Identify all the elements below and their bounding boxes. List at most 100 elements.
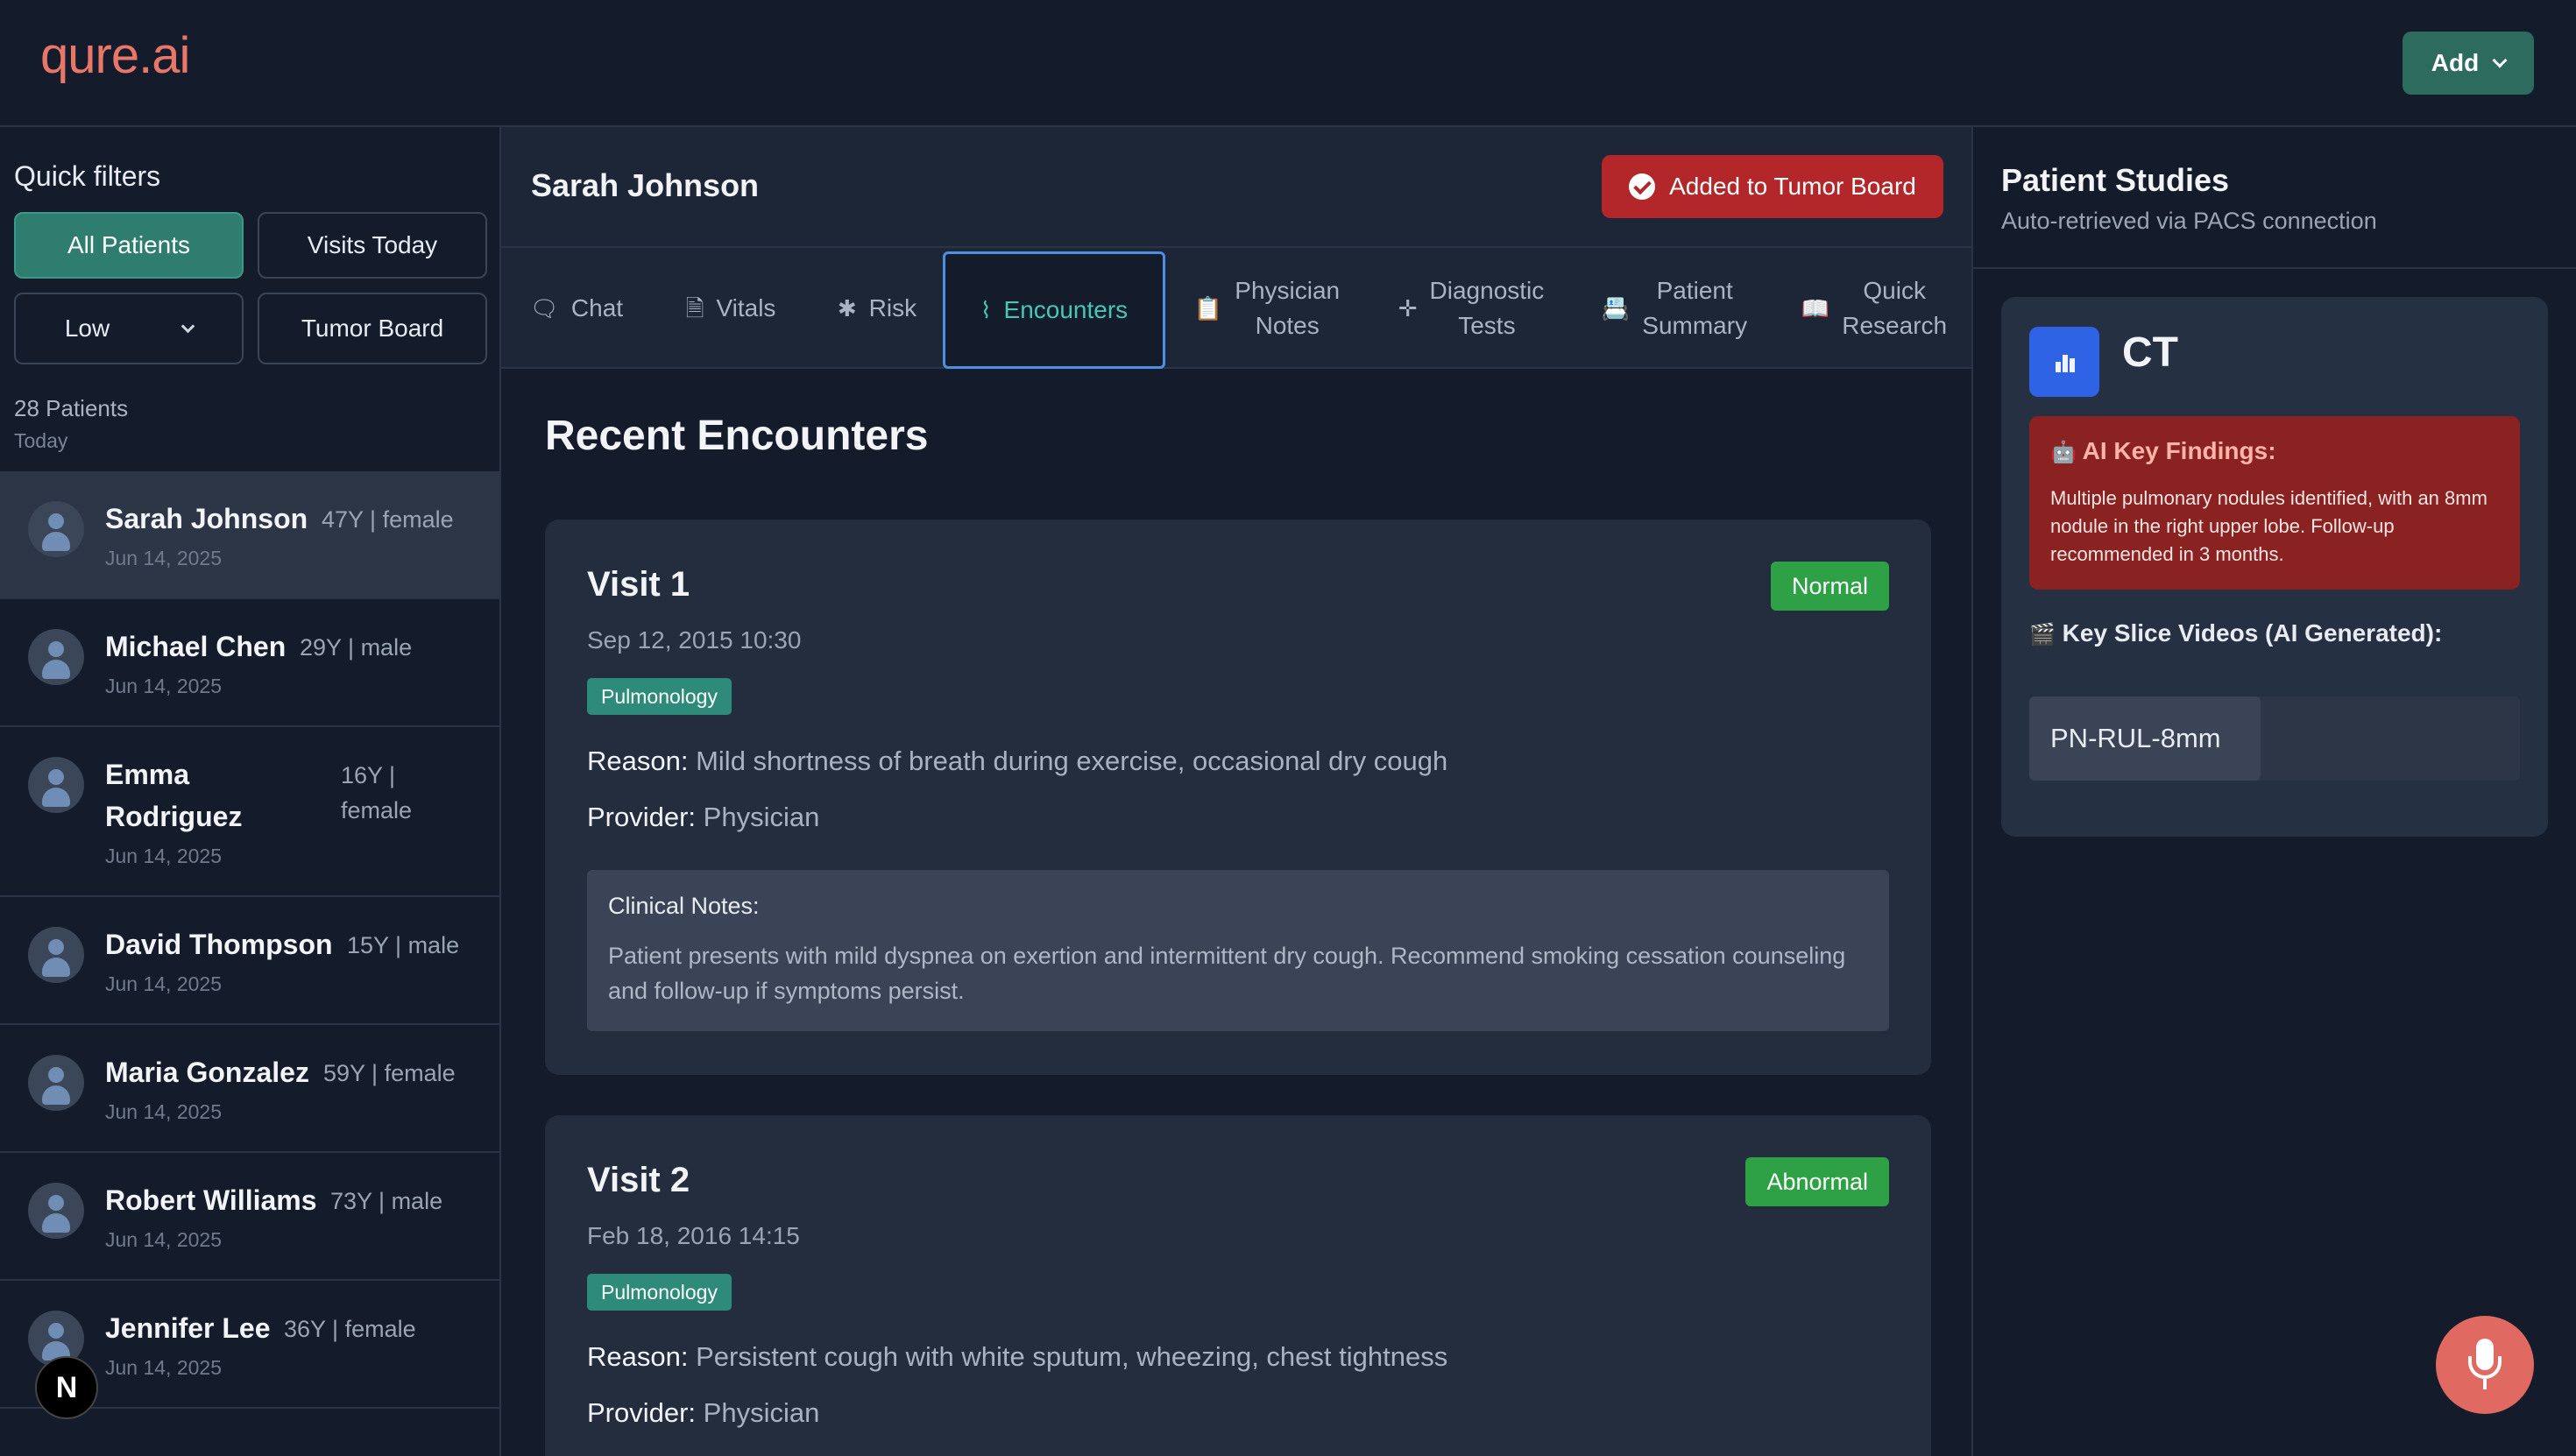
add-button-label: Add xyxy=(2431,49,2480,76)
patient-date: Jun 14, 2025 xyxy=(105,1356,223,1379)
clipboard-icon: 📋 xyxy=(1193,295,1223,322)
patient-list: Sarah Johnson 47Y | female Jun 14, 2025 … xyxy=(0,471,499,1409)
encounter-card: Visit 2 Abnormal Feb 18, 2016 14:15 Pulm… xyxy=(545,1115,1931,1456)
patient-name: Robert Williams xyxy=(105,1184,317,1216)
visit-provider: Provider: Physician xyxy=(587,1397,820,1428)
chat-bubbles-icon: 🗨 xyxy=(529,295,559,322)
modality-label: CT xyxy=(2122,329,2178,376)
risk-filter-select[interactable]: Low xyxy=(14,293,244,364)
tab-patient-summary[interactable]: 📇 Patient Summary xyxy=(1598,248,1751,369)
patient-row[interactable]: Maria Gonzalez 59Y | female Jun 14, 2025 xyxy=(0,1025,499,1153)
tab-diagnostic-tests[interactable]: ✛ Diagnostic Tests xyxy=(1391,248,1551,369)
next-dev-indicator-icon[interactable]: N xyxy=(35,1356,98,1419)
patient-row[interactable]: Sarah Johnson 47Y | female Jun 14, 2025 xyxy=(0,471,499,599)
asterisk-icon: ✱ xyxy=(837,295,857,322)
filter-tumor-board[interactable]: Tumor Board xyxy=(258,293,487,364)
patient-sidebar: Quick filters All Patients Visits Today … xyxy=(0,127,501,1456)
clinical-notes-text: Patient presents with mild dyspnea on ex… xyxy=(608,943,1846,1004)
tab-label: Risk xyxy=(868,294,917,322)
studies-subtitle: Auto-retrieved via PACS connection xyxy=(2001,208,2377,234)
patient-name: David Thompson xyxy=(105,929,333,960)
slice-video-list: PN-RUL-8mm xyxy=(2029,696,2520,781)
visit-provider: Provider: Physician xyxy=(587,802,820,832)
tab-vitals[interactable]: 🗎 Vitals xyxy=(676,248,785,369)
patient-date: Jun 14, 2025 xyxy=(105,845,223,867)
patient-row[interactable]: David Thompson 15Y | male Jun 14, 2025 xyxy=(0,897,499,1025)
book-icon: 📖 xyxy=(1801,295,1830,322)
clapperboard-icon: 🎬 xyxy=(2029,623,2056,647)
studies-title: Patient Studies xyxy=(2001,162,2230,198)
patient-name-line2: Rodriguez xyxy=(105,801,243,832)
tab-label: Diagnostic Tests xyxy=(1429,277,1545,339)
key-slice-title: 🎬 Key Slice Videos (AI Generated): xyxy=(2029,619,2443,647)
study-card[interactable]: CT 🤖 AI Key Findings: Multiple pulmonary… xyxy=(2001,297,2548,837)
tab-label: Chat xyxy=(570,294,624,322)
chevron-down-icon xyxy=(2492,53,2508,68)
robot-icon: 🤖 xyxy=(2050,441,2077,464)
patient-count: 28 Patients xyxy=(14,395,129,421)
top-bar: qure.ai Add xyxy=(0,0,2576,127)
microphone-button[interactable] xyxy=(2436,1316,2534,1414)
patient-meta: 15Y | male xyxy=(347,932,460,958)
patient-meta: 47Y | female xyxy=(322,506,454,533)
clinical-notes: Clinical Notes: Patient presents with mi… xyxy=(587,870,1889,1031)
tab-chat[interactable]: 🗨 Chat xyxy=(529,248,624,369)
patient-header: Sarah Johnson Added to Tumor Board xyxy=(501,127,1971,248)
patient-name: Sarah Johnson xyxy=(105,503,308,534)
tab-label: Vitals xyxy=(716,294,776,322)
patient-meta-line2: female xyxy=(341,797,413,823)
patient-row[interactable]: Robert Williams 73Y | male Jun 14, 2025 xyxy=(0,1153,499,1281)
studies-header: Patient Studies Auto-retrieved via PACS … xyxy=(1973,127,2576,269)
section-title: Recent Encounters xyxy=(545,413,929,459)
avatar xyxy=(28,1055,84,1111)
status-badge: Abnormal xyxy=(1745,1157,1889,1206)
encounter-card: Visit 1 Normal Sep 12, 2015 10:30 Pulmon… xyxy=(545,519,1931,1075)
patient-meta-line1: 16Y | xyxy=(341,762,396,788)
pulse-icon: ⌇ xyxy=(980,297,992,323)
tab-quick-research[interactable]: 📖 Quick Research xyxy=(1798,248,1950,369)
puzzle-icon: ✛ xyxy=(1398,295,1418,322)
filter-all-patients[interactable]: All Patients xyxy=(14,212,244,279)
add-button[interactable]: Add xyxy=(2403,32,2534,95)
status-badge: Normal xyxy=(1770,562,1889,611)
ai-findings-text: Multiple pulmonary nodules identified, w… xyxy=(2050,487,2488,565)
bar-chart-icon xyxy=(2029,327,2099,397)
patient-name: Maria Gonzalez xyxy=(105,1057,309,1088)
patient-date: Jun 14, 2025 xyxy=(105,547,223,569)
patient-studies-panel: Patient Studies Auto-retrieved via PACS … xyxy=(1973,127,2576,1456)
patient-row[interactable]: Emma Rodriguez 16Y | female Jun 14, 2025 xyxy=(0,727,499,897)
check-circle-icon xyxy=(1629,173,1656,200)
visit-title: Visit 1 xyxy=(587,565,690,604)
qure-logo[interactable]: qure.ai xyxy=(40,26,190,85)
tab-label: Encounters xyxy=(1003,296,1129,323)
patient-name: Michael Chen xyxy=(105,631,287,662)
avatar xyxy=(28,927,84,983)
document-icon: 🗎 xyxy=(685,295,704,322)
department-tag: Pulmonology xyxy=(587,678,732,715)
visit-reason: Reason: Persistent cough with white sput… xyxy=(587,1341,1448,1372)
ai-findings-box: 🤖 AI Key Findings: Multiple pulmonary no… xyxy=(2029,416,2520,590)
filter-visits-today[interactable]: Visits Today xyxy=(258,212,487,279)
page-title: Sarah Johnson xyxy=(531,167,760,203)
patient-name-line1: Emma xyxy=(105,759,190,790)
visit-date: Sep 12, 2015 10:30 xyxy=(587,626,802,654)
tab-label: Quick Research xyxy=(1842,277,1948,339)
tab-risk[interactable]: ✱ Risk xyxy=(831,248,924,369)
ai-findings-title: 🤖 AI Key Findings: xyxy=(2050,437,2276,464)
patient-row[interactable]: Michael Chen 29Y | male Jun 14, 2025 xyxy=(0,599,499,727)
patient-date: Jun 14, 2025 xyxy=(105,675,223,697)
tab-label: Patient Summary xyxy=(1642,277,1748,339)
patient-meta: 59Y | female xyxy=(323,1060,456,1086)
patient-count-period: Today xyxy=(14,429,68,452)
patient-meta: 36Y | female xyxy=(284,1316,416,1342)
patient-date: Jun 14, 2025 xyxy=(105,972,223,995)
tab-bar: 🗨 Chat 🗎 Vitals ✱ Risk ⌇ Encounters 📋 Ph… xyxy=(501,248,1971,369)
clinical-notes-label: Clinical Notes: xyxy=(608,893,760,919)
tab-physician-notes[interactable]: 📋 Physician Notes xyxy=(1190,248,1344,369)
main-panel: Sarah Johnson Added to Tumor Board 🗨 Cha… xyxy=(501,127,1973,1456)
visit-reason: Reason: Mild shortness of breath during … xyxy=(587,746,1448,776)
visit-title: Visit 2 xyxy=(587,1161,690,1199)
tab-encounters[interactable]: ⌇ Encounters xyxy=(943,251,1165,369)
tumor-board-button[interactable]: Added to Tumor Board xyxy=(1602,155,1943,218)
slice-video-item[interactable]: PN-RUL-8mm xyxy=(2029,696,2261,781)
